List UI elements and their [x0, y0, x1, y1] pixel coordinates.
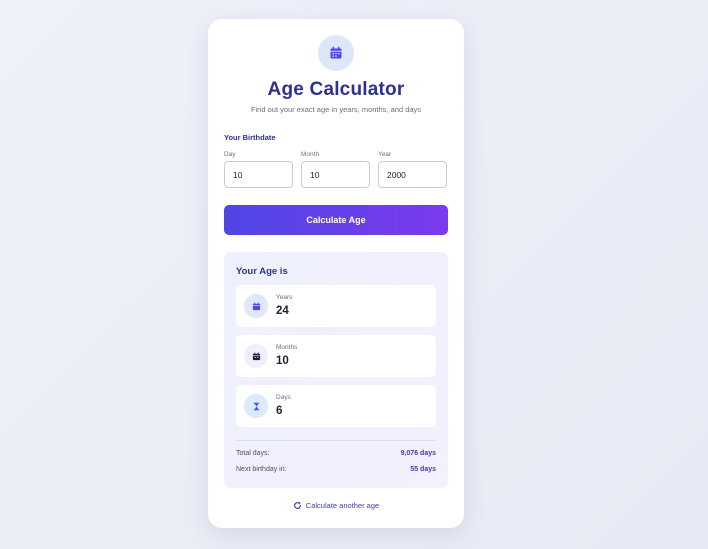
calendar-icon — [244, 294, 268, 318]
months-stat: Months 10 — [236, 335, 436, 377]
hourglass-icon — [244, 394, 268, 418]
total-days-label: Total days: — [236, 450, 270, 457]
days-stat: Days 6 — [236, 385, 436, 427]
calendar-icon — [318, 35, 354, 71]
next-birthday-row: Next birthday in: 55 days — [236, 466, 436, 473]
year-input[interactable] — [378, 161, 447, 188]
age-calculator-card: Age Calculator Find out your exact age i… — [208, 19, 464, 528]
years-value: 24 — [276, 305, 289, 317]
month-label: Month — [301, 151, 320, 158]
years-label: Years — [276, 294, 293, 301]
next-birthday-label: Next birthday in: — [236, 466, 287, 473]
calculate-age-button[interactable]: Calculate Age — [224, 205, 448, 235]
result-divider — [236, 440, 436, 441]
day-field: Day — [224, 151, 293, 188]
result-title: Your Age is — [236, 266, 288, 277]
page-title: Age Calculator — [267, 79, 405, 100]
birthdate-section-label: Your Birthdate — [224, 133, 276, 142]
month-input[interactable] — [301, 161, 370, 188]
calculate-another-age-link[interactable]: Calculate another age — [208, 501, 464, 510]
total-days-row: Total days: 9,076 days — [236, 450, 436, 457]
total-days-value: 9,076 days — [400, 450, 436, 457]
year-field: Year — [378, 151, 447, 188]
result-panel: Your Age is Years 24 Months 10 Days 6 To… — [224, 252, 448, 488]
refresh-icon — [293, 502, 301, 509]
year-label: Year — [378, 151, 392, 158]
days-label: Days — [276, 394, 291, 401]
calculate-another-age-label: Calculate another age — [305, 501, 380, 510]
day-label: Day — [224, 151, 236, 158]
next-birthday-value: 55 days — [410, 466, 436, 473]
day-input[interactable] — [224, 161, 293, 188]
months-value: 10 — [276, 355, 289, 367]
month-field: Month — [301, 151, 370, 188]
months-label: Months — [276, 344, 298, 351]
page-subtitle: Find out your exact age in years, months… — [250, 105, 422, 114]
calendar-icon — [244, 344, 268, 368]
years-stat: Years 24 — [236, 285, 436, 327]
days-value: 6 — [276, 405, 283, 417]
